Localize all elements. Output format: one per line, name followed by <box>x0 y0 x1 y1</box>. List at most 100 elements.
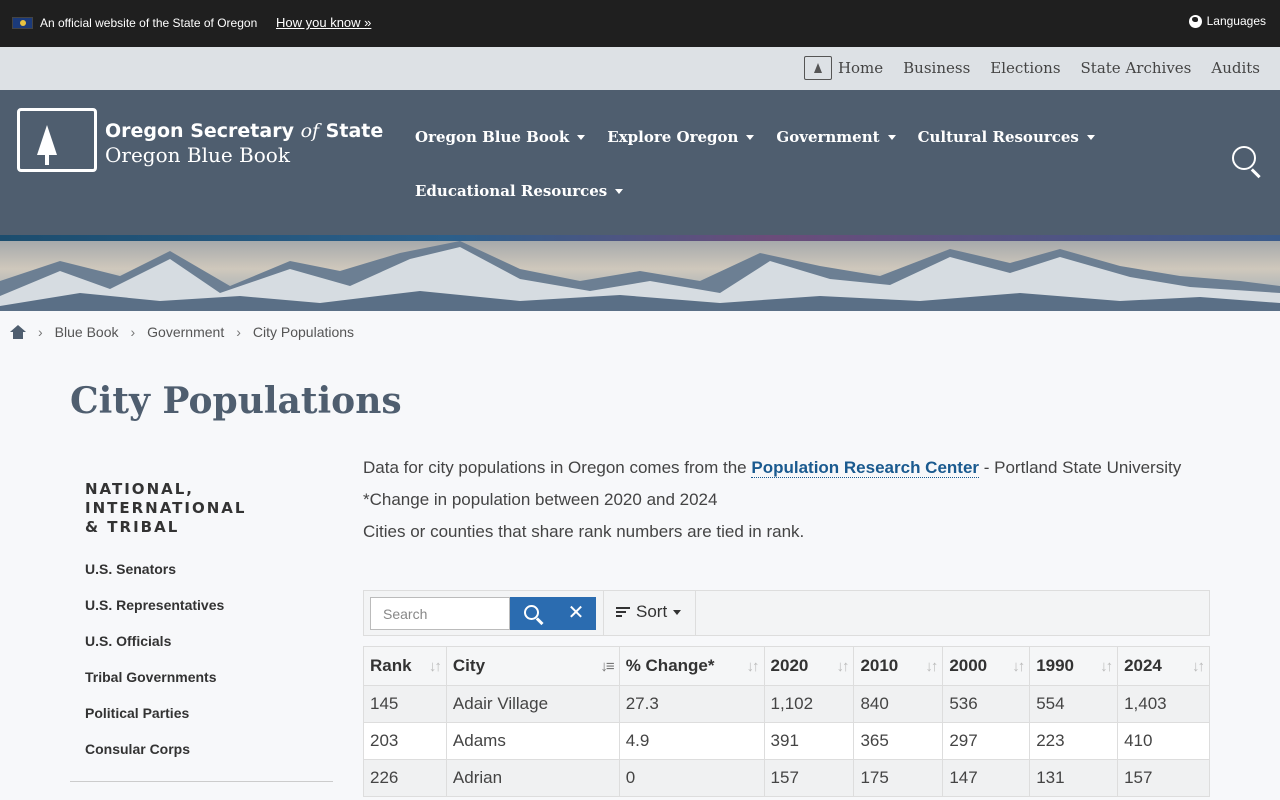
cell-pct-change: 0 <box>618 759 765 797</box>
sort-dropdown[interactable]: Sort <box>616 602 682 622</box>
cell-pct-change: 4.9 <box>618 722 765 760</box>
languages-button[interactable]: Languages <box>1188 14 1266 28</box>
sidebar-item-us-senators[interactable]: U.S. Senators <box>85 561 333 597</box>
sidebar-item-tribal-governments[interactable]: Tribal Governments <box>85 669 333 705</box>
search-icon <box>1232 146 1256 170</box>
nav-government[interactable]: Government <box>776 128 896 146</box>
sidebar-heading: NATIONAL, INTERNATIONAL & TRIBAL <box>85 480 247 536</box>
population-research-center-link[interactable]: Population Research Center <box>751 458 980 478</box>
cell-2024: 157 <box>1117 759 1210 797</box>
city-population-table: Rank ↓↑ City ↓≡ % Change* ↓↑ 2020 ↓↑ 2010 ↓↑ … <box>363 646 1210 797</box>
cell-2010: 175 <box>853 759 944 797</box>
site-search-button[interactable] <box>1232 146 1264 178</box>
mountain-hero-image <box>0 241 1280 311</box>
cell-2024: 410 <box>1117 722 1210 760</box>
table-search-button[interactable] <box>510 597 556 630</box>
sort-arrows-icon: ↓↑ <box>836 658 849 675</box>
col-2024[interactable]: 2024 ↓↑ <box>1117 646 1210 686</box>
site-header: Oregon Secretary of State Oregon Blue Bo… <box>0 90 1280 235</box>
cell-2024: 1,403 <box>1117 685 1210 723</box>
cell-2000: 536 <box>942 685 1031 723</box>
cell-rank: 226 <box>363 759 447 797</box>
col-pct-change[interactable]: % Change* ↓↑ <box>618 646 765 686</box>
sort-arrows-icon: ↓↑ <box>1100 658 1113 675</box>
page-title: City Populations <box>70 380 402 422</box>
cell-city: Adair Village <box>445 685 620 723</box>
site-subtitle[interactable]: Oregon Blue Book <box>105 143 290 167</box>
sort-arrows-icon: ↓↑ <box>1012 658 1025 675</box>
cell-1990: 131 <box>1029 759 1119 797</box>
home-icon[interactable] <box>10 325 26 339</box>
col-1990[interactable]: 1990 ↓↑ <box>1029 646 1119 686</box>
cell-2000: 297 <box>942 722 1031 760</box>
sort-arrows-icon: ↓↑ <box>1192 658 1205 675</box>
nav-educational-resources[interactable]: Educational Resources <box>415 182 624 200</box>
sidebar: NATIONAL, INTERNATIONAL & TRIBAL U.S. Se… <box>70 480 333 782</box>
tied-note: Cities or counties that share rank numbe… <box>363 522 805 541</box>
util-home-link[interactable]: Home <box>803 56 884 80</box>
breadcrumb: › Blue Book › Government › City Populati… <box>10 324 354 340</box>
caret-down-icon <box>1086 134 1095 140</box>
col-city[interactable]: City ↓≡ <box>445 646 620 686</box>
site-title[interactable]: Oregon Secretary of State <box>105 120 383 142</box>
cell-2000: 147 <box>942 759 1031 797</box>
col-rank[interactable]: Rank ↓↑ <box>363 646 447 686</box>
tree-icon <box>37 125 57 155</box>
cell-2020: 1,102 <box>763 685 855 723</box>
cell-2010: 840 <box>853 685 944 723</box>
cell-pct-change: 27.3 <box>618 685 765 723</box>
breadcrumb-current: City Populations <box>252 324 355 340</box>
sort-arrows-icon: ↓↑ <box>925 658 938 675</box>
sidebar-item-us-officials[interactable]: U.S. Officials <box>85 633 333 669</box>
cell-city: Adrian <box>445 759 620 797</box>
oregon-flag-icon <box>12 17 33 29</box>
chevron-right-icon: › <box>236 324 241 340</box>
change-note: *Change in population between 2020 and 2… <box>363 490 718 509</box>
sidebar-item-political-parties[interactable]: Political Parties <box>85 705 333 741</box>
table-search-input[interactable] <box>370 597 510 630</box>
util-audits-link[interactable]: Audits <box>1211 59 1260 77</box>
sidebar-item-us-representatives[interactable]: U.S. Representatives <box>85 597 333 633</box>
table-row: 203 Adams 4.9 391 365 297 223 410 <box>363 722 1210 760</box>
official-banner: An official website of the State of Oreg… <box>0 0 1280 47</box>
chevron-right-icon: › <box>38 324 43 340</box>
languages-label: Languages <box>1206 14 1266 28</box>
breadcrumb-blue-book[interactable]: Blue Book <box>55 324 119 340</box>
cell-city: Adams <box>445 722 620 760</box>
util-elections-link[interactable]: Elections <box>990 59 1060 77</box>
oregon-state-icon <box>803 56 832 80</box>
oregon-logo-icon[interactable] <box>17 108 97 172</box>
cell-2020: 157 <box>763 759 855 797</box>
cell-2010: 365 <box>853 722 944 760</box>
how-you-know-link[interactable]: How you know » <box>276 15 371 30</box>
sort-ascending-icon: ↓≡ <box>600 658 614 675</box>
util-archives-link[interactable]: State Archives <box>1081 59 1192 77</box>
main-nav: Oregon Blue Book Explore Oregon Governme… <box>415 128 1135 200</box>
table-toolbar: ✕ Sort <box>363 590 1210 636</box>
breadcrumb-government[interactable]: Government <box>147 324 224 340</box>
chevron-right-icon: › <box>130 324 136 340</box>
nav-explore-oregon[interactable]: Explore Oregon <box>607 128 755 146</box>
table-row: 145 Adair Village 27.3 1,102 840 536 554… <box>363 685 1210 723</box>
intro-text: Data for city populations in Oregon come… <box>363 452 1210 548</box>
sidebar-item-consular-corps[interactable]: Consular Corps <box>85 741 333 777</box>
caret-down-icon <box>577 134 586 140</box>
util-business-link[interactable]: Business <box>903 59 970 77</box>
globe-icon <box>1188 14 1202 28</box>
caret-down-icon <box>673 609 682 615</box>
nav-cultural-resources[interactable]: Cultural Resources <box>918 128 1095 146</box>
util-home-label: Home <box>837 59 884 77</box>
caret-down-icon <box>615 188 624 194</box>
col-2000[interactable]: 2000 ↓↑ <box>942 646 1031 686</box>
table-row: 226 Adrian 0 157 175 147 131 157 <box>363 759 1210 797</box>
utility-nav: Home Business Elections State Archives A… <box>0 47 1280 90</box>
clear-search-button[interactable]: ✕ <box>556 597 596 630</box>
col-2010[interactable]: 2010 ↓↑ <box>853 646 944 686</box>
caret-down-icon <box>887 134 896 140</box>
sidebar-divider <box>70 781 333 782</box>
col-2020[interactable]: 2020 ↓↑ <box>763 646 855 686</box>
caret-down-icon <box>746 134 755 140</box>
nav-oregon-blue-book[interactable]: Oregon Blue Book <box>415 128 586 146</box>
cell-rank: 203 <box>363 722 447 760</box>
sort-label: Sort <box>636 602 668 621</box>
